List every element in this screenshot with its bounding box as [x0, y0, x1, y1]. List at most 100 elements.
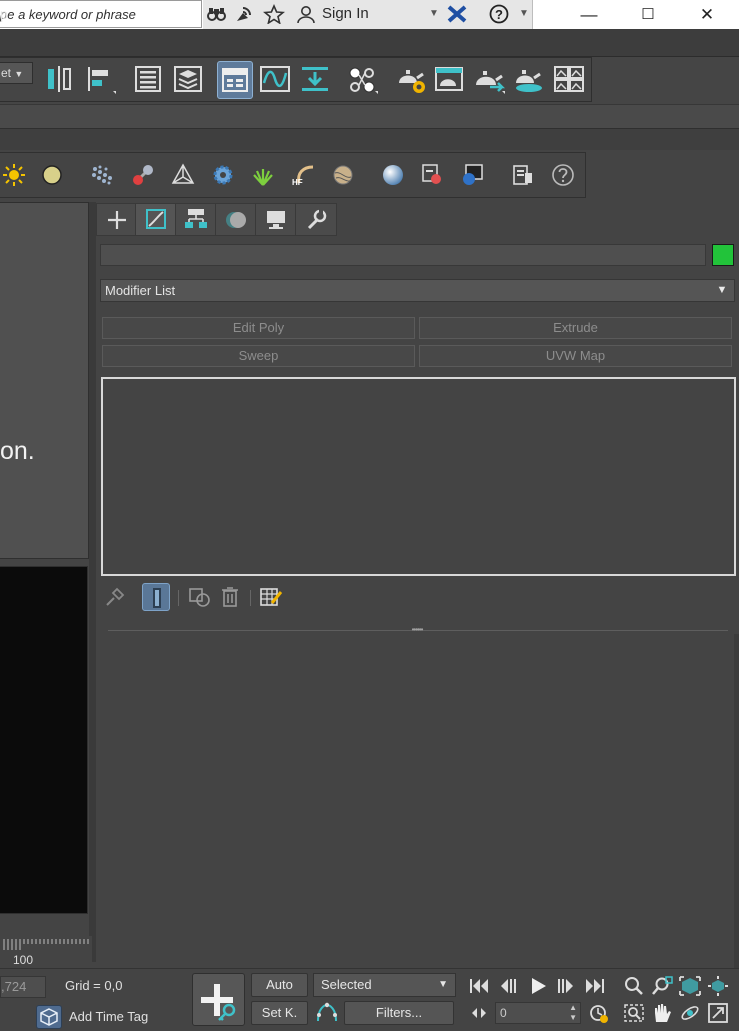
render-frame-icon[interactable]	[461, 163, 485, 187]
orbit-icon[interactable]	[678, 1002, 702, 1024]
modifier-stack[interactable]	[101, 377, 736, 576]
sign-in-dropdown-arrow-icon[interactable]: ▼	[423, 4, 445, 24]
minimize-button[interactable]: —	[561, 0, 617, 29]
binoculars-icon[interactable]	[206, 4, 228, 24]
time-tag-cube-icon[interactable]	[36, 1005, 62, 1029]
make-unique-icon[interactable]	[187, 585, 213, 609]
menu-item-help-partial[interactable]: p	[0, 6, 8, 22]
current-frame-value: 0	[500, 1006, 507, 1020]
current-frame-spinner[interactable]: 0 ▲ ▼	[495, 1002, 581, 1024]
layer-explorer-icon[interactable]	[171, 61, 205, 97]
play-icon[interactable]	[527, 976, 549, 996]
scrollbar[interactable]	[734, 634, 739, 968]
material-editor-icon[interactable]	[345, 61, 379, 97]
object-name-field[interactable]	[100, 244, 706, 266]
set-key-button[interactable]: Set K.	[251, 1001, 308, 1025]
help-icon[interactable]: ?	[488, 4, 510, 24]
configure-modifier-sets-icon[interactable]	[258, 585, 284, 609]
render-in-cloud-icon[interactable]	[512, 61, 546, 97]
favorites-star-icon[interactable]	[262, 3, 286, 25]
key-mode-icon[interactable]	[315, 1001, 339, 1025]
user-icon[interactable]	[295, 4, 317, 24]
modifier-list-label: Modifier List	[105, 283, 176, 298]
selected-value: Selected	[321, 977, 372, 992]
toolbar-separator	[178, 590, 179, 606]
next-frame-icon[interactable]	[555, 976, 577, 996]
sun-light-icon[interactable]	[2, 163, 26, 187]
molecule-object-icon[interactable]	[131, 163, 155, 187]
subscription-center-icon[interactable]	[233, 4, 255, 24]
tab-create[interactable]	[96, 203, 138, 236]
curve-editor-icon[interactable]	[258, 61, 292, 97]
trash-icon[interactable]	[219, 585, 241, 609]
search-input[interactable]: pe a keyword or phrase	[0, 0, 202, 28]
modifier-button-uvw-map[interactable]: UVW Map	[419, 345, 732, 367]
gear-object-icon[interactable]	[211, 163, 235, 187]
render-gallery-icon[interactable]	[552, 61, 586, 97]
tab-display[interactable]	[255, 203, 297, 236]
close-button[interactable]: ✕	[679, 0, 735, 29]
toggle-ribbon-icon[interactable]	[217, 61, 253, 99]
cloth-object-icon[interactable]	[331, 163, 355, 187]
time-configuration-icon[interactable]	[587, 1002, 611, 1026]
foliage-icon[interactable]	[251, 163, 275, 187]
grid-label: Grid = 0,0	[65, 978, 123, 993]
previous-frame-icon[interactable]	[498, 976, 520, 996]
coordinate-field[interactable]: ,724	[0, 976, 46, 998]
ribbon-strip	[0, 104, 739, 128]
selection-set-dropdown[interactable]: et ▼	[0, 62, 33, 84]
scene-explorer-icon[interactable]	[131, 61, 165, 97]
material-library-icon[interactable]	[511, 163, 535, 187]
zoom-extents-all-icon[interactable]	[706, 975, 730, 997]
render-elements-icon[interactable]	[421, 163, 445, 187]
go-to-start-icon[interactable]	[468, 976, 490, 996]
zoom-icon[interactable]	[622, 975, 646, 997]
render-production-icon[interactable]	[472, 61, 506, 97]
hair-and-fur-icon[interactable]: HF	[291, 163, 315, 187]
tab-modify[interactable]	[135, 203, 177, 236]
modifier-list-dropdown[interactable]: Modifier List	[100, 279, 735, 302]
zoom-region-icon[interactable]	[622, 1002, 646, 1024]
chevron-down-icon[interactable]: ▼	[714, 279, 730, 302]
tab-hierarchy[interactable]	[175, 203, 217, 236]
zoom-all-icon[interactable]	[650, 975, 674, 997]
help-dropdown-arrow-icon[interactable]: ▼	[513, 4, 535, 24]
skylight-icon[interactable]	[40, 163, 64, 187]
key-filter-selected-dropdown[interactable]: Selected ▼	[313, 973, 456, 997]
tab-motion[interactable]	[215, 203, 257, 236]
modifier-button-edit-poly[interactable]: Edit Poly	[102, 317, 415, 339]
pin-stack-icon[interactable]	[103, 585, 127, 609]
coordinate-value: ,724	[1, 979, 27, 994]
object-color-swatch[interactable]	[712, 244, 734, 266]
sign-in-link[interactable]: Sign In	[322, 5, 369, 22]
zoom-extents-icon[interactable]	[678, 975, 702, 997]
particle-system-icon[interactable]	[90, 163, 114, 187]
material-sphere-icon[interactable]	[381, 163, 405, 187]
auto-key-button[interactable]: Auto	[251, 973, 308, 997]
show-end-result-icon[interactable]	[142, 583, 170, 611]
go-to-end-icon[interactable]	[584, 976, 606, 996]
schematic-view-icon[interactable]	[298, 61, 332, 97]
viewport-top[interactable]	[0, 202, 89, 559]
maximize-viewport-icon[interactable]	[706, 1002, 730, 1024]
tetrahedron-object-icon[interactable]	[171, 163, 195, 187]
set-key-big-button[interactable]	[192, 973, 245, 1026]
rendered-frame-window-icon[interactable]	[432, 61, 466, 97]
key-filters-button[interactable]: Filters...	[344, 1001, 454, 1025]
mirror-icon[interactable]	[43, 61, 77, 97]
viewport-bottom[interactable]	[0, 566, 88, 914]
pan-hand-icon[interactable]	[650, 1002, 674, 1024]
key-mode-toggle-icon[interactable]	[468, 1004, 490, 1022]
divider-grip-icon[interactable]: ••••••	[409, 626, 425, 634]
render-setup-icon[interactable]	[394, 61, 428, 97]
align-icon[interactable]	[83, 61, 117, 97]
modifier-button-extrude[interactable]: Extrude	[419, 317, 732, 339]
autodesk-exchange-icon[interactable]	[446, 4, 468, 24]
viewport-divider	[89, 202, 96, 962]
help-circle-icon[interactable]	[551, 163, 575, 187]
modifier-button-sweep[interactable]: Sweep	[102, 345, 415, 367]
maximize-button[interactable]: ☐	[620, 0, 676, 29]
tab-utilities[interactable]	[295, 203, 337, 236]
svg-text:HF: HF	[292, 178, 303, 187]
add-time-tag-button[interactable]: Add Time Tag	[69, 1009, 148, 1024]
